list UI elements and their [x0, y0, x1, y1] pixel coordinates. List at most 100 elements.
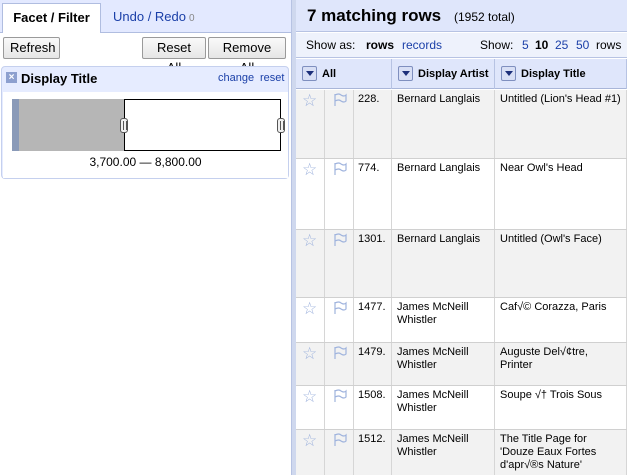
remove-all-button[interactable]: Remove All — [208, 37, 286, 75]
table-row: ☆ 1479. James McNeill Whistler Auguste D… — [296, 343, 627, 386]
table-row: ☆ 1301. Bernard Langlais Untitled (Owl's… — [296, 230, 627, 298]
refresh-button[interactable]: Refresh — [3, 37, 60, 59]
page-size-5[interactable]: 5 — [522, 38, 529, 52]
cell-display-title[interactable]: Untitled (Lion's Head #1) — [495, 90, 627, 158]
show-as-records-option[interactable]: records — [402, 38, 442, 52]
range-histogram — [12, 99, 285, 151]
column-header-display-title: Display Title — [495, 59, 627, 89]
flag-cell — [325, 430, 354, 475]
star-icon[interactable]: ☆ — [302, 432, 317, 449]
chevron-down-icon[interactable] — [501, 66, 516, 81]
cell-display-title[interactable]: Soupe √† Trois Sous — [495, 386, 627, 429]
tab-undo-label: Undo / Redo — [113, 9, 186, 24]
page-size-25[interactable]: 25 — [555, 38, 568, 52]
star-icon[interactable]: ☆ — [302, 345, 317, 362]
cell-display-artist[interactable]: James McNeill Whistler — [392, 343, 495, 385]
star-icon[interactable]: ☆ — [302, 92, 317, 109]
facet-header: × Display Title change reset — [2, 67, 288, 91]
cell-display-artist[interactable]: James McNeill Whistler — [392, 430, 495, 475]
cell-display-artist[interactable]: James McNeill Whistler — [392, 386, 495, 429]
view-controls: Show as: rows records Show: 5 10 25 50 r… — [296, 33, 627, 58]
show-label: Show: — [480, 38, 514, 52]
table-row: ☆ 1508. James McNeill Whistler Soupe √† … — [296, 386, 627, 430]
chevron-down-icon[interactable] — [398, 66, 413, 81]
flag-icon[interactable] — [332, 233, 348, 247]
flag-icon[interactable] — [332, 162, 348, 176]
column-label-display-artist: Display Artist — [418, 68, 489, 80]
facet-body: 3,700.00 — 8,800.00 — [3, 92, 288, 178]
histogram-excluded-area — [19, 99, 124, 151]
row-number: 1479. — [354, 343, 392, 385]
cell-display-artist[interactable]: James McNeill Whistler — [392, 298, 495, 342]
cell-display-title[interactable]: Auguste Del√¢tre, Printer — [495, 343, 627, 385]
page-size-50[interactable]: 50 — [576, 38, 589, 52]
table-row: ☆ 228. Bernard Langlais Untitled (Lion's… — [296, 90, 627, 159]
show-as-rows-option[interactable]: rows — [366, 38, 394, 52]
reset-all-button[interactable]: Reset All — [142, 37, 206, 75]
row-number: 1477. — [354, 298, 392, 342]
star-icon[interactable]: ☆ — [302, 388, 317, 405]
flag-icon[interactable] — [332, 93, 348, 107]
flag-icon[interactable] — [332, 389, 348, 403]
histogram-bar — [12, 99, 19, 151]
cell-display-title[interactable]: Caf√© Corazza, Paris — [495, 298, 627, 342]
column-label-all: All — [322, 68, 337, 80]
histogram-selected-area[interactable] — [124, 99, 281, 151]
column-header-all: All — [296, 59, 392, 89]
rows-label: rows — [596, 38, 622, 52]
summary-bar: 7 matching rows (1952 total) — [296, 0, 627, 32]
facet-change-link[interactable]: change — [218, 72, 254, 84]
star-icon[interactable]: ☆ — [302, 232, 317, 249]
show-as-label: Show as: — [306, 38, 356, 52]
left-panel: Facet / Filter Undo / Redo 0 Refresh Rese… — [0, 0, 291, 475]
row-number: 774. — [354, 159, 392, 229]
page-size-10[interactable]: 10 — [535, 38, 548, 52]
star-cell: ☆ — [296, 343, 325, 385]
facet-reset-link[interactable]: reset — [260, 72, 284, 84]
range-value-text: 3,700.00 — 8,800.00 — [89, 155, 202, 169]
range-slider-left-handle[interactable] — [120, 118, 128, 133]
flag-icon[interactable] — [332, 346, 348, 360]
tab-facet-filter[interactable]: Facet / Filter — [2, 3, 101, 33]
flag-icon[interactable] — [332, 433, 348, 447]
star-cell: ☆ — [296, 159, 325, 229]
total-rows-count: (1952 total) — [454, 10, 515, 24]
cell-display-artist[interactable]: Bernard Langlais — [392, 90, 495, 158]
tab-undo-redo[interactable]: Undo / Redo 0 — [105, 3, 203, 33]
range-facet: × Display Title change reset 3,700.00 — … — [1, 66, 289, 179]
range-slider-right-handle[interactable] — [277, 118, 285, 133]
cell-display-artist[interactable]: Bernard Langlais — [392, 159, 495, 229]
table-row: ☆ 1477. James McNeill Whistler Caf√© Cor… — [296, 298, 627, 343]
flag-cell — [325, 343, 354, 385]
flag-cell — [325, 90, 354, 158]
star-cell: ☆ — [296, 386, 325, 429]
row-number: 1301. — [354, 230, 392, 297]
star-cell: ☆ — [296, 298, 325, 342]
matching-rows-count: 7 matching rows — [307, 6, 442, 25]
row-number: 228. — [354, 90, 392, 158]
star-cell: ☆ — [296, 230, 325, 297]
table-header: All Display Artist Display Title — [296, 59, 627, 89]
table-row: ☆ 774. Bernard Langlais Near Owl's Head — [296, 159, 627, 230]
star-cell: ☆ — [296, 90, 325, 158]
chevron-down-icon[interactable] — [302, 66, 317, 81]
flag-cell — [325, 386, 354, 429]
left-tabs: Facet / Filter Undo / Redo 0 — [0, 0, 291, 33]
cell-display-title[interactable]: The Title Page for 'Douze Eaux Fortes d'… — [495, 430, 627, 475]
flag-cell — [325, 298, 354, 342]
column-label-display-title: Display Title — [521, 68, 586, 80]
flag-cell — [325, 230, 354, 297]
column-header-display-artist: Display Artist — [392, 59, 495, 89]
flag-cell — [325, 159, 354, 229]
row-number: 1512. — [354, 430, 392, 475]
cell-display-title[interactable]: Untitled (Owl's Face) — [495, 230, 627, 297]
cell-display-artist[interactable]: Bernard Langlais — [392, 230, 495, 297]
flag-icon[interactable] — [332, 301, 348, 315]
star-icon[interactable]: ☆ — [302, 300, 317, 317]
undo-count: 0 — [189, 13, 195, 24]
star-icon[interactable]: ☆ — [302, 161, 317, 178]
row-number: 1508. — [354, 386, 392, 429]
close-icon[interactable]: × — [6, 72, 17, 83]
data-panel: 7 matching rows (1952 total) Show as: ro… — [296, 0, 627, 475]
cell-display-title[interactable]: Near Owl's Head — [495, 159, 627, 229]
